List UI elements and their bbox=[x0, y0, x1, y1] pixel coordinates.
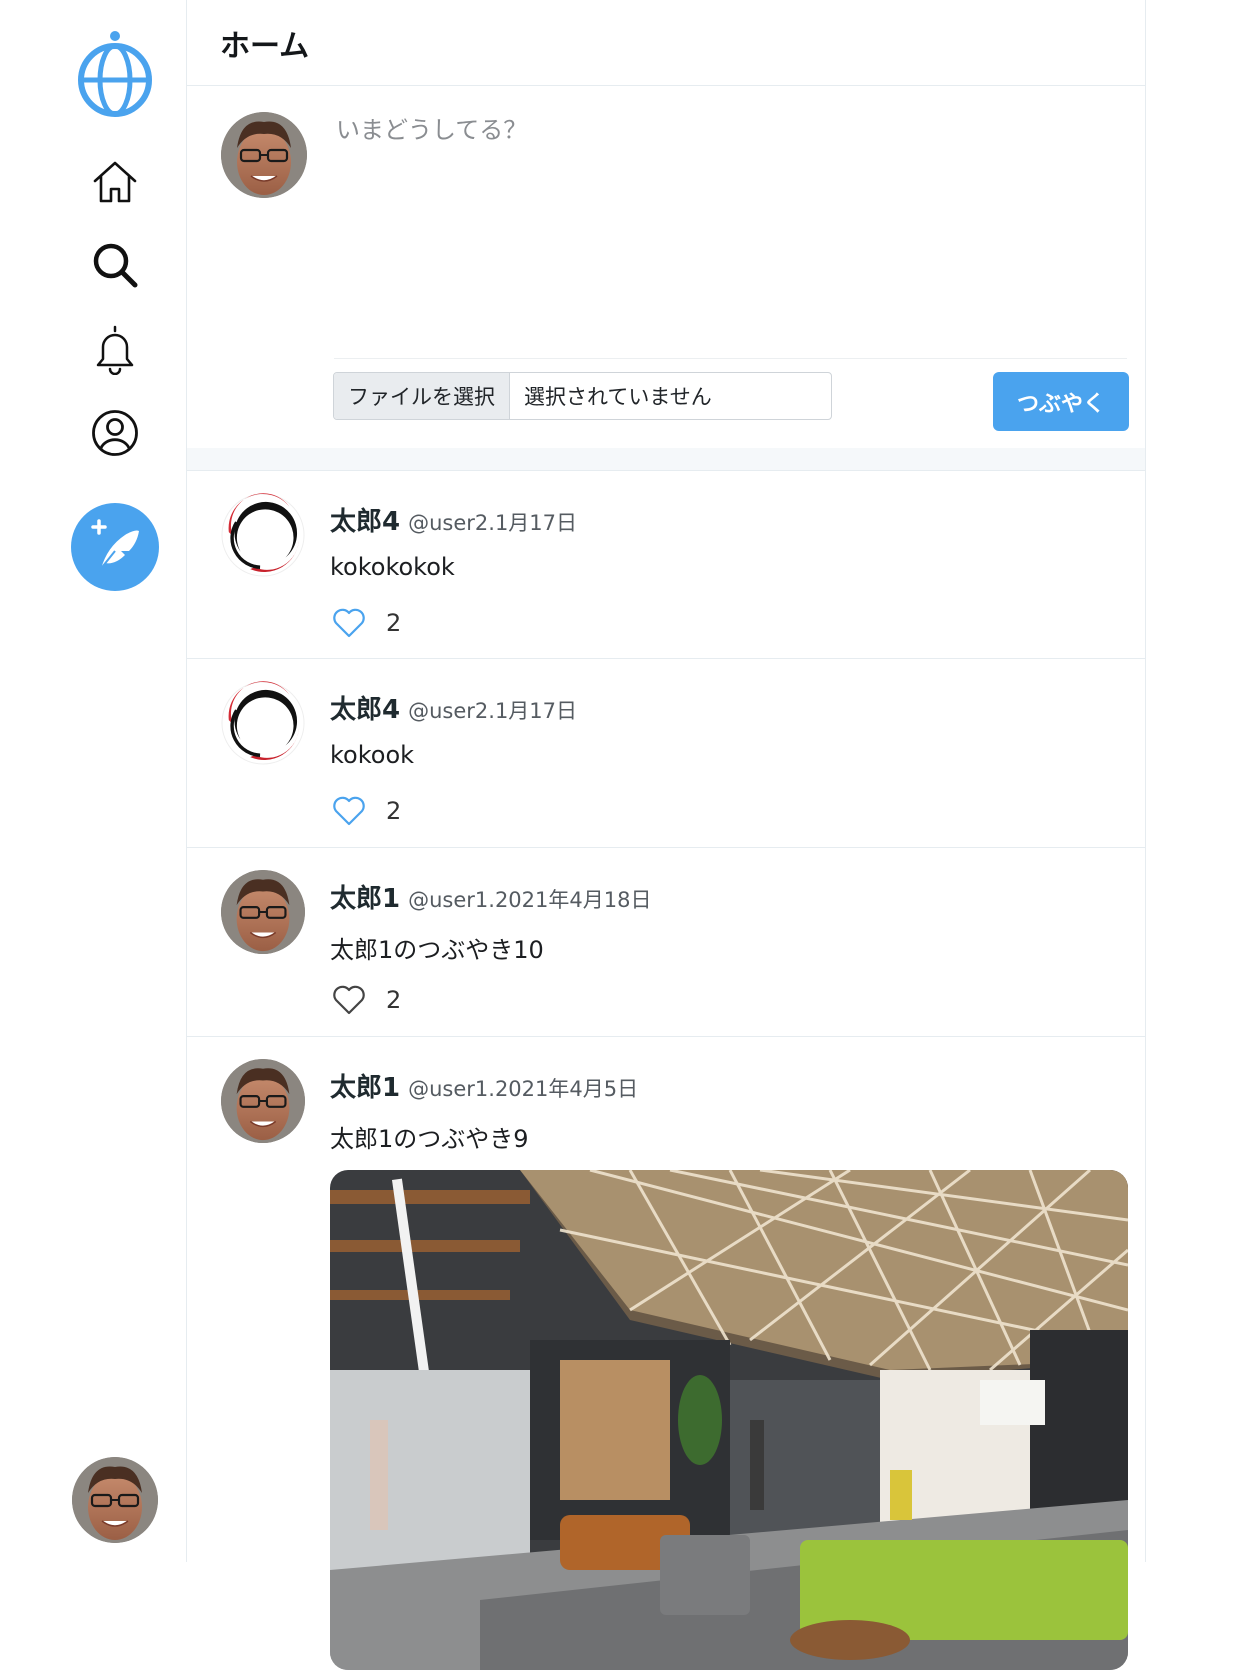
globe-logo-icon[interactable] bbox=[76, 28, 154, 120]
tweet-avatar[interactable] bbox=[220, 491, 306, 578]
like-count: 2 bbox=[386, 986, 402, 1014]
home-icon[interactable] bbox=[88, 154, 142, 208]
composer-divider bbox=[334, 358, 1127, 359]
tweet-avatar[interactable] bbox=[221, 1059, 305, 1143]
like-control[interactable]: 2 bbox=[330, 606, 401, 640]
feather-plus-icon bbox=[91, 519, 139, 572]
tweet-avatar[interactable] bbox=[221, 870, 305, 954]
tweet-author-name[interactable]: 太郎4 bbox=[330, 501, 400, 538]
tweet-text: 太郎1のつぶやき10 bbox=[330, 936, 544, 964]
user-circle-icon[interactable] bbox=[88, 406, 142, 460]
tweet[interactable]: 太郎4 @user2 .1月17日 kokook 2 bbox=[187, 659, 1145, 848]
tweet[interactable]: 太郎1 @user1 .2021年4月18日 太郎1のつぶやき10 2 bbox=[187, 848, 1145, 1037]
section-gap bbox=[187, 448, 1145, 471]
tweet-author-handle[interactable]: @user2 bbox=[408, 511, 488, 535]
tweet-date: .2021年4月18日 bbox=[488, 888, 652, 912]
tweet-author-handle[interactable]: @user1 bbox=[408, 888, 488, 912]
tweet-text: kokokokok bbox=[330, 553, 455, 581]
tweet-author-handle[interactable]: @user1 bbox=[408, 1077, 488, 1101]
tweet-text: kokook bbox=[330, 741, 415, 769]
heart-icon[interactable] bbox=[330, 983, 368, 1017]
like-control[interactable]: 2 bbox=[330, 794, 401, 828]
heart-icon[interactable] bbox=[330, 794, 368, 828]
heart-icon[interactable] bbox=[330, 606, 368, 640]
like-control[interactable]: 2 bbox=[330, 983, 401, 1017]
tweet-avatar[interactable] bbox=[220, 679, 306, 766]
tweet-author-handle[interactable]: @user2 bbox=[408, 699, 488, 723]
sidebar bbox=[0, 0, 187, 1562]
tweet-date: .1月17日 bbox=[488, 511, 578, 535]
tweet-date: .1月17日 bbox=[488, 699, 578, 723]
current-user-avatar[interactable] bbox=[72, 1457, 158, 1543]
tweet-text: 太郎1のつぶやき9 bbox=[330, 1125, 529, 1153]
tweet-author-name[interactable]: 太郎1 bbox=[330, 1067, 400, 1104]
bell-icon[interactable] bbox=[88, 322, 142, 376]
compose-tweet-button[interactable] bbox=[71, 503, 159, 591]
tweet-header: 太郎4 @user2 .1月17日 bbox=[330, 689, 577, 726]
like-count: 2 bbox=[386, 609, 402, 637]
tweet-header: 太郎4 @user2 .1月17日 bbox=[330, 501, 577, 538]
file-select-button[interactable]: ファイルを選択 bbox=[334, 373, 510, 419]
tweet-image[interactable] bbox=[330, 1170, 1128, 1670]
tweet-header: 太郎1 @user1 .2021年4月18日 bbox=[330, 878, 651, 915]
tweet-author-name[interactable]: 太郎4 bbox=[330, 689, 400, 726]
tweet[interactable]: 太郎4 @user2 .1月17日 kokokokok 2 bbox=[187, 471, 1145, 659]
page-title: ホーム bbox=[220, 28, 310, 64]
tweet-composer: ファイルを選択 選択されていません つぶやく bbox=[187, 86, 1145, 448]
composer-avatar bbox=[221, 112, 307, 198]
file-status-text: 選択されていません bbox=[524, 385, 712, 409]
tweet-submit-button[interactable]: つぶやく bbox=[993, 372, 1129, 431]
search-icon[interactable] bbox=[88, 238, 142, 292]
tweet-date: .2021年4月5日 bbox=[488, 1077, 639, 1101]
tweet-header: 太郎1 @user1 .2021年4月5日 bbox=[330, 1067, 638, 1104]
file-input[interactable]: ファイルを選択 選択されていません bbox=[333, 372, 832, 420]
tweet-author-name[interactable]: 太郎1 bbox=[330, 878, 400, 915]
like-count: 2 bbox=[386, 797, 402, 825]
tweet-text-input[interactable] bbox=[334, 108, 1128, 262]
page-header: ホーム bbox=[187, 0, 1145, 86]
main-timeline: ホーム ファイルを選択 選択されていません つぶやく 太郎4 @user2 .1… bbox=[187, 0, 1146, 1670]
tweet[interactable]: 太郎1 @user1 .2021年4月5日 太郎1のつぶやき9 bbox=[187, 1037, 1145, 1677]
